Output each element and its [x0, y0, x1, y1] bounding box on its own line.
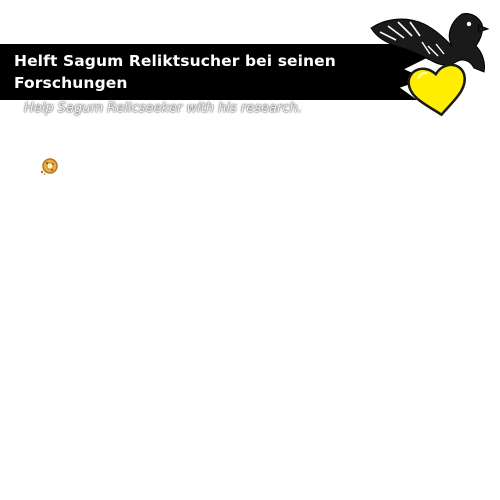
eagle-heart-emblem [370, 13, 490, 117]
eagle-icon [370, 13, 490, 73]
cookie-icon[interactable] [38, 155, 60, 177]
quest-title: Helft Sagum Reliktsucher bei seinen Fors… [14, 52, 336, 92]
quest-banner-screen: Helft Sagum Reliktsucher bei seinen Fors… [0, 0, 500, 500]
heart-icon [407, 63, 466, 117]
quest-subtitle: Help Sagum Relicseeker with his research… [24, 101, 302, 116]
